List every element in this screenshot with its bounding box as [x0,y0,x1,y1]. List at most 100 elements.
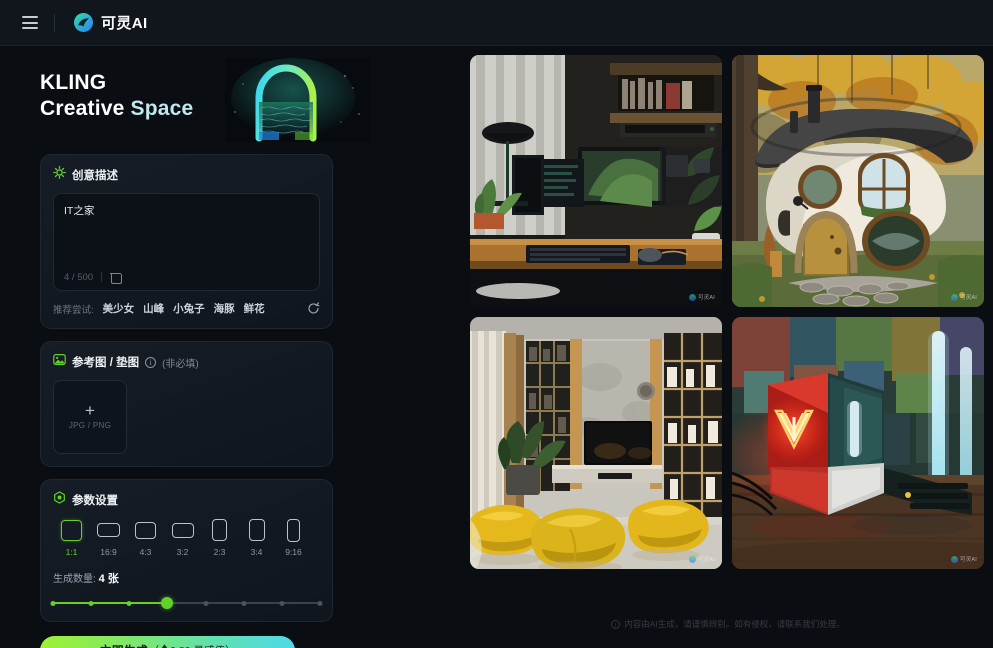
neon-arch-water-artwork [225,58,370,142]
slider-step-3[interactable] [126,600,132,606]
hamburger-menu-icon[interactable] [22,16,38,29]
ratio-option-9-16[interactable]: 9:16 [275,518,312,557]
trash-icon[interactable] [110,271,123,284]
generate-text: 立即生成 [100,642,148,648]
prompt-footer: 4 / 500 [64,271,123,284]
optional-label: (非必填) [162,358,199,370]
ratio-shape-wrap [97,518,120,542]
ratio-shape-icon [287,518,300,542]
hero-line-2b: Space [130,97,194,121]
generated-image [732,317,984,569]
suggestion-tag-2[interactable]: 小兔子 [173,301,205,316]
beanbag-center [531,508,626,569]
glow-logo [760,395,828,463]
left-panel: KLING Creative Space 创意描述 IT之家 4 / 500 推… [22,46,452,648]
tile-desk-setup[interactable]: 可灵AI [470,55,722,307]
slider-step-2[interactable] [88,600,94,606]
ratio-label: 3:2 [176,547,189,557]
page-title: KLING Creative Space [40,70,193,123]
ratio-option-16-9[interactable]: 16:9 [90,518,127,557]
ratio-option-3-2[interactable]: 3:2 [164,518,201,557]
ratio-shape-wrap [248,518,265,542]
ratio-label: 2:3 [213,547,226,557]
kling-logo-icon [73,12,94,33]
ratio-shape-wrap [287,518,300,542]
generate-cost: （0.80 灵感值） [149,643,235,648]
generation-count-slider[interactable] [50,597,323,609]
watermark-text: 可灵AI [960,557,977,563]
watermark: 可灵AI [689,555,715,563]
hero-banner: KLING Creative Space [40,58,370,142]
info-icon[interactable]: i [145,356,157,368]
ratio-option-3-4[interactable]: 3:4 [238,518,275,557]
ratio-shape-wrap [135,518,156,542]
aspect-ratio-selector: 1:1 16:9 4:3 3:2 2:3 3:4 9:16 [53,518,320,557]
ratio-shape-icon [212,519,227,541]
ratio-shape-icon [97,523,120,537]
upload-dropzone[interactable]: + JPG / PNG [53,380,127,454]
watermark-text: 可灵AI [698,295,715,301]
upload-format-hint: JPG / PNG [68,421,112,430]
generate-button-label: 立即生成 （0.80 灵感值） [100,642,235,648]
top-bar: 可灵AI [0,0,993,46]
char-counter: 4 / 500 [64,271,94,283]
watermark: 可灵AI [951,555,977,563]
watermark-logo-icon [689,293,696,301]
ratio-shape-icon [135,521,156,539]
suggestion-tag-1[interactable]: 山峰 [143,301,164,316]
ratio-option-4-3[interactable]: 4:3 [127,518,164,557]
suggestion-tag-0[interactable]: 美少女 [103,301,135,316]
slider-fill [53,602,168,604]
card-header: 参考图 / 垫图 i (非必填) [53,353,320,371]
ratio-shape-icon [61,519,82,541]
generated-image [470,317,722,569]
result-gallery: 可灵AI 可灵AI 可灵AI 可灵AI [470,55,986,575]
disclaimer-text: 内容由AI生成，请谨慎辨别。如有侵权，请联系我们处理。 [624,619,845,629]
count-label-text: 生成数量: [53,574,96,585]
slider-step-8[interactable] [317,600,323,606]
card-title: 参考图 / 垫图 [72,357,140,369]
ratio-option-1-1[interactable]: 1:1 [53,518,90,557]
ratio-option-2-3[interactable]: 2:3 [201,518,238,557]
slider-step-6[interactable] [241,600,247,606]
ai-disclaimer: i 内容由AI生成，请谨慎辨别。如有侵权，请联系我们处理。 [470,618,986,630]
brand-logo[interactable]: 可灵AI [73,12,148,33]
ratio-label: 4:3 [139,547,152,557]
inspiration-drop-icon [160,644,169,648]
tile-gaming-pc[interactable]: 可灵AI [732,317,984,569]
watermark-text: 可灵AI [960,295,977,301]
slider-step-1[interactable] [50,600,56,606]
ratio-shape-icon [248,519,265,541]
slider-thumb[interactable] [161,597,174,609]
watermark-logo-icon [951,293,958,301]
slider-step-5[interactable] [203,600,209,606]
prompt-input[interactable]: IT之家 [64,203,309,218]
card-header: 参数设置 [53,491,320,509]
brand-name: 可灵AI [101,15,148,32]
watermark-logo-icon [951,555,958,563]
kling-creative-space-app: 可灵AI KLING Creative Space 创意描述 IT之家 4 / … [0,0,993,648]
hero-line-1: KLING [40,71,107,94]
suggestion-tag-3[interactable]: 海豚 [214,301,235,316]
refresh-icon[interactable] [307,302,320,315]
watermark: 可灵AI [951,293,977,301]
suggestion-tag-4[interactable]: 鲜花 [244,301,265,316]
generated-image [732,55,984,307]
ratio-shape-wrap [61,518,82,542]
creative-description-card: 创意描述 IT之家 4 / 500 推荐尝试: 美少女 山峰 小兔子 海豚 鲜花 [40,154,333,329]
ratio-label: 1:1 [65,547,78,557]
reference-image-card: 参考图 / 垫图 i (非必填) + JPG / PNG [40,341,333,467]
card-title: 创意描述 [72,170,118,182]
hero-line-2a: Creative [40,97,131,121]
image-icon [53,353,66,371]
generate-button[interactable]: 立即生成 （0.80 灵感值） [40,636,295,648]
slider-step-7[interactable] [279,600,285,606]
parameter-settings-card: 参数设置 1:1 16:9 4:3 3:2 2:3 3:4 9:16 生成数量: 4 张 [40,479,333,622]
watermark-logo-icon [689,555,696,563]
sparkle-sun-icon [53,166,66,184]
tile-living-room[interactable]: 可灵AI [470,317,722,569]
suggestions-row: 推荐尝试: 美少女 山峰 小兔子 海豚 鲜花 [53,301,320,316]
prompt-input-wrapper[interactable]: IT之家 4 / 500 [53,193,320,291]
ratio-label: 3:4 [250,547,263,557]
tile-mushroom-house[interactable]: 可灵AI [732,55,984,307]
